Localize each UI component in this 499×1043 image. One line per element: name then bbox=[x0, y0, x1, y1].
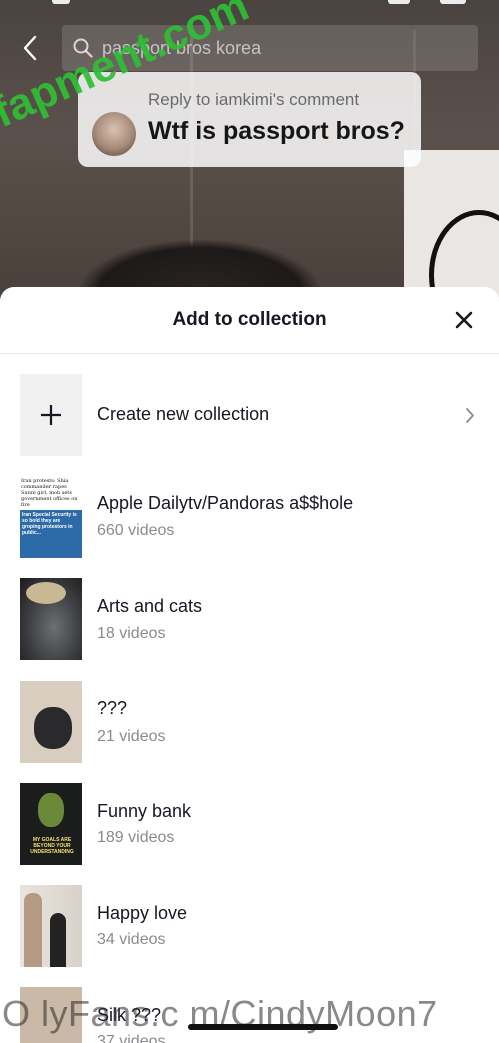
comment-text: Wtf is passport bros? bbox=[148, 117, 405, 145]
collection-item[interactable]: MY GOALS ARE BEYOND YOUR UNDERSTANDING F… bbox=[0, 783, 499, 867]
create-collection-label: Create new collection bbox=[97, 404, 270, 424]
collection-count: 18 videos bbox=[97, 625, 166, 642]
collection-item[interactable]: Iran protests: Shia commander rapes Sunn… bbox=[0, 476, 499, 560]
collection-item[interactable]: Happy love 34 videos bbox=[0, 885, 499, 969]
signal-icon bbox=[388, 0, 410, 4]
close-icon bbox=[455, 311, 473, 329]
plus-icon bbox=[41, 405, 61, 425]
time-indicator bbox=[52, 0, 70, 4]
collection-item[interactable]: Arts and cats 18 videos bbox=[0, 578, 499, 662]
collection-title: Happy love bbox=[97, 903, 188, 923]
collection-count: 189 videos bbox=[97, 829, 175, 846]
thumb-caption: MY GOALS ARE BEYOND YOUR UNDERSTANDING bbox=[30, 837, 74, 855]
chevron-left-icon bbox=[23, 35, 37, 61]
sheet-header: Add to collection bbox=[0, 287, 499, 354]
thumb-hat bbox=[26, 582, 66, 604]
thumb-person bbox=[50, 913, 66, 967]
sheet-title: Add to collection bbox=[172, 309, 327, 330]
collection-item[interactable]: ??? 21 videos bbox=[0, 681, 499, 765]
create-collection-thumb bbox=[20, 374, 82, 456]
collection-count: 34 videos bbox=[97, 931, 166, 948]
home-indicator[interactable] bbox=[188, 1024, 338, 1030]
thumb-cat bbox=[34, 707, 72, 749]
collection-count: 660 videos bbox=[97, 522, 175, 539]
collection-title: Funny bank bbox=[97, 801, 192, 821]
chevron-right-icon bbox=[465, 406, 479, 424]
thumb-headline: Iran protests: Shia commander rapes Sunn… bbox=[21, 478, 78, 508]
collection-count: 21 videos bbox=[97, 728, 166, 745]
thumb-face bbox=[38, 793, 64, 827]
collection-thumbnail bbox=[20, 885, 82, 967]
close-button[interactable] bbox=[451, 307, 477, 333]
collection-title: Arts and cats bbox=[97, 596, 203, 616]
reply-label: Reply to iamkimi's comment bbox=[148, 90, 360, 109]
create-collection-row[interactable]: Create new collection bbox=[0, 374, 499, 458]
collection-thumbnail bbox=[20, 681, 82, 763]
collection-title: Apple Dailytv/Pandoras a$$hole bbox=[97, 493, 354, 513]
thumb-person bbox=[24, 893, 42, 967]
reply-comment-card: Reply to iamkimi's comment Wtf is passpo… bbox=[78, 72, 421, 167]
thumb-caption: Iran Special Security is so bold they ar… bbox=[22, 512, 77, 536]
back-button[interactable] bbox=[14, 30, 46, 66]
add-to-collection-sheet: Add to collection Create new collection … bbox=[0, 287, 499, 1043]
collection-title: ??? bbox=[97, 698, 128, 718]
collection-thumbnail bbox=[20, 578, 82, 660]
collection-thumbnail: Iran protests: Shia commander rapes Sunn… bbox=[20, 476, 82, 558]
battery-icon bbox=[440, 0, 466, 4]
avatar bbox=[92, 112, 136, 156]
collection-thumbnail: MY GOALS ARE BEYOND YOUR UNDERSTANDING bbox=[20, 783, 82, 865]
